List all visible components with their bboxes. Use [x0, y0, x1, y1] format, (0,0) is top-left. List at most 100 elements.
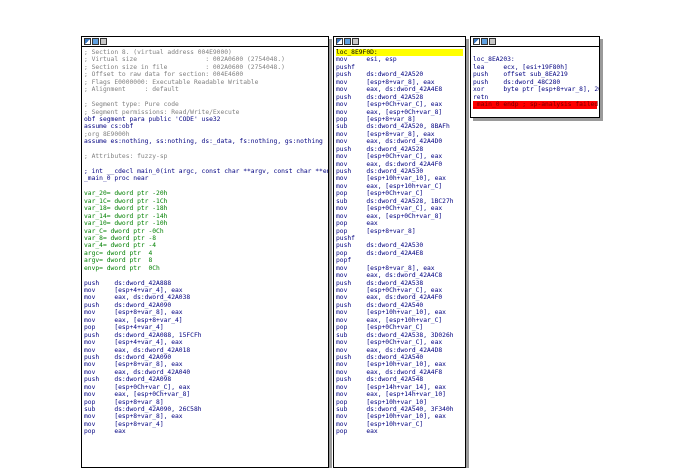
code-line[interactable]: mov [esp+8+var_8], eax — [336, 265, 463, 272]
code-line[interactable]: pop [esp+0Ch+var_C] — [336, 190, 463, 197]
code-line[interactable]: mov eax, ds:dword_42A4F0 — [336, 294, 463, 301]
code-line[interactable]: pop eax — [336, 428, 463, 435]
window-icon[interactable] — [352, 38, 359, 45]
code-line[interactable]: mov eax, ds:dword_42A4D8 — [336, 347, 463, 354]
code-line[interactable]: var_14= dword ptr -14h — [84, 213, 326, 220]
code-line[interactable]: pop eax — [336, 220, 463, 227]
code-line[interactable]: mov [esp+10h+var_10], eax — [336, 175, 463, 182]
disassembly-window-block[interactable]: loc_8E9F0D: mov esi, esp pushf push ds:dwor… — [333, 36, 466, 468]
code-line[interactable]: loc_8EA203: — [473, 56, 597, 63]
code-line[interactable]: push ds:dword_42A548 — [336, 376, 463, 383]
code-line[interactable]: push ds:dword_42A098 — [84, 376, 326, 383]
window-titlebar[interactable] — [82, 37, 328, 47]
code-line[interactable]: mov [esp+8+var_4] — [84, 421, 326, 428]
code-line[interactable]: mov [esp+4+var_4], eax — [84, 339, 326, 346]
code-line[interactable]: mov [esp+8+var_8], eax — [84, 413, 326, 420]
code-line[interactable]: argc= dword ptr 4 — [84, 250, 326, 257]
code-line[interactable]: mov [esp+10h+var_10], eax — [336, 309, 463, 316]
code-line[interactable]: pop eax — [84, 428, 326, 435]
code-line[interactable]: sub ds:dword_42A538, 3D026h — [336, 332, 463, 339]
code-line[interactable]: pop [esp+8+var_8] — [84, 399, 326, 406]
code-line[interactable]: ; int __cdecl main_0(int argc, const cha… — [84, 168, 328, 175]
code-line[interactable]: _main_0 proc near — [84, 175, 326, 182]
blank-line[interactable] — [84, 272, 326, 279]
code-line[interactable]: var_8= dword ptr -8 — [84, 235, 326, 242]
code-line[interactable]: var_4= dword ptr -4 — [84, 242, 326, 249]
code-line[interactable]: mov [esp+0Ch+var_C], eax — [336, 205, 463, 212]
code-line[interactable]: ; Flags E0000000: Executable Readable Wr… — [84, 79, 326, 86]
code-line[interactable]: var_18= dword ptr -18h — [84, 205, 326, 212]
code-line[interactable]: mov esi, esp — [336, 56, 463, 63]
code-line[interactable]: mov eax, [esp+0Ch+var_8] — [336, 109, 463, 116]
code-line[interactable]: push ds:dword_48C280 — [473, 79, 597, 86]
code-line[interactable]: ; Offset to raw data for section: 004E46… — [84, 71, 326, 78]
code-line[interactable]: mov eax, [esp+10h+var_C] — [336, 183, 463, 190]
code-line[interactable]: push ds:dword_42A088, 15FCFh — [84, 332, 326, 339]
code-line[interactable]: envp= dword ptr 0Ch — [84, 265, 326, 272]
blank-line[interactable] — [84, 146, 326, 153]
graph-icon[interactable] — [473, 38, 480, 45]
code-line[interactable]: mov eax, [esp+0Ch+var_8] — [84, 391, 326, 398]
code-line[interactable]: var_1C= dword ptr -1Ch — [84, 198, 326, 205]
code-line[interactable]: mov [esp+0Ch+var_C], eax — [336, 339, 463, 346]
code-line[interactable]: retn — [473, 94, 597, 101]
code-line[interactable]: push ds:dword_42A888 — [84, 280, 326, 287]
code-line[interactable]: var_10= dword ptr -10h — [84, 220, 326, 227]
code-line[interactable]: ; Attributes: fuzzy-sp — [84, 153, 326, 160]
code-line[interactable]: loc_8E9F0D: — [336, 49, 463, 57]
image-icon[interactable] — [481, 38, 488, 45]
code-line[interactable]: assume es:nothing, ss:nothing, ds:_data,… — [84, 138, 326, 145]
code-line[interactable]: push ds:dword_42A540 — [336, 354, 463, 361]
image-icon[interactable] — [344, 38, 351, 45]
code-line[interactable]: mov [esp+0Ch+var_C], eax — [84, 384, 326, 391]
graph-icon[interactable] — [84, 38, 91, 45]
code-line[interactable]: pop ds:dword_42A4E8 — [336, 250, 463, 257]
window-titlebar[interactable] — [334, 37, 465, 47]
graph-icon[interactable] — [336, 38, 343, 45]
code-line[interactable]: assume cs:obf — [84, 123, 326, 130]
code-line[interactable]: push ds:dword_42A538 — [336, 280, 463, 287]
image-icon[interactable] — [92, 38, 99, 45]
code-line[interactable]: ; Section size in file : 002A0600 (27540… — [84, 64, 326, 71]
code-line[interactable]: mov [esp+8+var_8], eax — [336, 131, 463, 138]
code-line[interactable]: push offset sub_8EA219 — [473, 71, 597, 78]
code-line[interactable]: mov [esp+10h+var_10], eax — [336, 361, 463, 368]
window-icon[interactable] — [489, 38, 496, 45]
code-line[interactable]: mov eax, ds:dword_42A4D0 — [336, 138, 463, 145]
code-line[interactable]: mov eax, [esp+10h+var_C] — [336, 317, 463, 324]
code-line[interactable]: mov [esp+0Ch+var_C], eax — [336, 287, 463, 294]
code-line[interactable]: ; Segment type: Pure code — [84, 101, 326, 108]
blank-line[interactable] — [84, 183, 326, 190]
window-icon[interactable] — [100, 38, 107, 45]
blank-line[interactable] — [84, 161, 326, 168]
code-line[interactable]: pop [esp+4+var_4] — [84, 324, 326, 331]
code-line[interactable]: sub ds:dword_42A540, 3F340h — [336, 406, 463, 413]
code-line[interactable]: pop [esp+10h+var_10] — [336, 399, 463, 406]
code-line[interactable]: _main_0 endp ; sp-analysis failed — [473, 101, 598, 109]
code-line[interactable]: push ds:dword_42A530 — [336, 168, 463, 175]
code-line[interactable]: mov eax, ds:dword_42A4F0 — [336, 161, 463, 168]
code-line[interactable]: mov eax, ds:dword_42A018 — [84, 347, 326, 354]
code-line[interactable]: push ds:dword_42A530 — [336, 242, 463, 249]
code-line[interactable]: pushf — [336, 64, 463, 71]
code-line[interactable]: argv= dword ptr 8 — [84, 257, 326, 264]
code-line[interactable]: sub ds:dword_42A090, 26C58h — [84, 406, 326, 413]
code-line[interactable]: sub ds:dword_42A528, 1BC27h — [336, 198, 463, 205]
code-line[interactable]: xor byte ptr [esp+8+var_8], 20h — [473, 86, 599, 93]
code-line[interactable]: ; Virtual size : 002A0600 (2754048.) — [84, 56, 326, 63]
code-line[interactable]: mov eax, ds:dword_42A4E8 — [336, 86, 463, 93]
code-line[interactable]: mov eax, ds:dword_42A4F8 — [336, 369, 463, 376]
code-line[interactable]: ; Alignment : default — [84, 86, 326, 93]
blank-line[interactable] — [84, 94, 326, 101]
code-line[interactable]: var_20= dword ptr -20h — [84, 190, 326, 197]
code-line[interactable]: pop [esp+8+var_8] — [336, 116, 463, 123]
code-line[interactable]: push ds:dword_42A520 — [336, 71, 463, 78]
code-line[interactable]: mov [esp+10h+var_10], eax — [336, 413, 463, 420]
code-line[interactable]: popf — [336, 257, 463, 264]
disassembly-window-exit[interactable]: loc_8EA203: lea ecx, [esi+19F80h] push off… — [470, 36, 600, 118]
blank-line[interactable] — [473, 49, 597, 56]
code-line[interactable]: sub ds:dword_42A520, 8BAFh — [336, 123, 463, 130]
code-line[interactable]: ; Section 8. (virtual address 004E9000) — [84, 49, 326, 56]
code-line[interactable]: ;org 8E9000h — [84, 131, 326, 138]
code-line[interactable]: mov [esp+0Ch+var_C], eax — [336, 101, 463, 108]
